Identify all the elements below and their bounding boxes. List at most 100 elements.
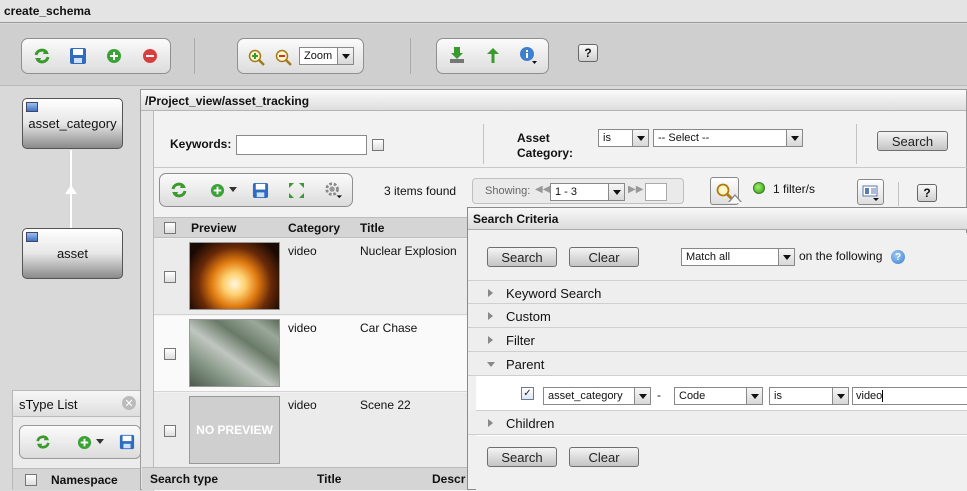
window-title: create_schema — [0, 0, 967, 23]
search-criteria-title: Search Criteria — [473, 212, 559, 226]
parent-value-input[interactable]: video — [852, 387, 967, 405]
add-icon[interactable] — [105, 47, 123, 65]
columns-icon — [862, 185, 879, 201]
zoom-in-icon[interactable] — [247, 48, 265, 66]
help-button[interactable]: ? — [917, 184, 937, 202]
active-filter-icon — [753, 182, 765, 194]
parent-field-select[interactable]: Code — [674, 387, 763, 405]
gear-icon[interactable] — [324, 181, 342, 199]
column-header-category[interactable]: Category — [288, 221, 340, 235]
preview-thumbnail[interactable] — [189, 242, 280, 310]
row-checkbox[interactable] — [164, 348, 176, 360]
keywords-input[interactable] — [236, 135, 367, 155]
upload-icon[interactable] — [484, 46, 502, 64]
clear-button[interactable]: Clear — [569, 247, 639, 267]
table-icon — [26, 232, 38, 242]
parent-column-select[interactable]: asset_category — [543, 387, 651, 405]
search-criteria-body: Search Clear Match all on the following … — [468, 233, 967, 491]
info-icon[interactable] — [519, 46, 537, 64]
expand-arrow-icon — [488, 312, 493, 320]
search-button-bottom[interactable]: Search — [487, 447, 557, 467]
page-range-select[interactable]: 1 - 3 — [550, 183, 625, 201]
filter-separator: - — [657, 388, 661, 402]
zoom-select[interactable]: Zoom — [299, 47, 354, 65]
select-all-checkbox[interactable] — [164, 222, 176, 234]
chevron-down-icon — [832, 388, 848, 404]
search-criteria-popup: Search Criteria Search Clear Match all o… — [467, 194, 967, 491]
chevron-down-icon — [634, 388, 650, 404]
criteria-footer: Search Clear — [476, 436, 967, 491]
section-children[interactable]: Children — [468, 411, 967, 435]
section-keyword-search[interactable]: Keyword Search — [468, 280, 967, 304]
match-mode-select[interactable]: Match all — [681, 248, 795, 266]
section-custom[interactable]: Custom — [468, 304, 967, 328]
select-all-checkbox[interactable] — [25, 474, 37, 486]
add-icon[interactable] — [75, 433, 93, 451]
schema-node-label: asset_category — [28, 116, 117, 131]
download-icon[interactable] — [448, 46, 466, 64]
page-number-input[interactable] — [645, 183, 667, 201]
chevron-down-icon[interactable] — [228, 181, 238, 199]
preview-thumbnail[interactable] — [189, 319, 280, 387]
toolbar-divider — [410, 38, 411, 74]
asset-category-select[interactable]: -- Select -- — [653, 129, 803, 147]
help-button[interactable]: ? — [578, 44, 598, 62]
help-icon[interactable]: ? — [891, 250, 905, 264]
row-checkbox[interactable] — [164, 425, 176, 437]
showing-label: Showing: — [485, 185, 531, 197]
save-icon[interactable] — [69, 47, 87, 65]
section-parent[interactable]: Parent — [468, 352, 967, 376]
save-icon[interactable] — [251, 181, 269, 199]
chevron-down-icon — [632, 130, 648, 146]
parent-filter-checkbox[interactable]: ✓ — [521, 387, 534, 400]
expand-icon[interactable] — [287, 181, 305, 199]
keywords-checkbox[interactable] — [372, 139, 384, 151]
row-title: Nuclear Explosion — [360, 244, 457, 258]
expand-arrow-icon — [488, 336, 493, 344]
column-header-search-type: Search type — [150, 472, 219, 486]
save-icon[interactable] — [118, 433, 136, 451]
row-title: Car Chase — [360, 321, 418, 335]
stype-list-panel: sType List ✕ Namespace — [12, 390, 142, 490]
next-page-icon[interactable]: ▶▶ — [628, 184, 643, 195]
refresh-icon[interactable] — [33, 47, 51, 65]
search-bar: Keywords: Asset Category: is -- Select -… — [154, 111, 967, 168]
chevron-down-icon[interactable] — [95, 433, 105, 451]
parent-operator-select[interactable]: is — [769, 387, 849, 405]
column-header-namespace: Namespace — [51, 473, 118, 487]
schema-node-asset-category[interactable]: asset_category — [22, 98, 123, 149]
stype-list-title: sType List — [19, 397, 78, 412]
collapse-arrow-icon — [487, 362, 495, 367]
clear-button-bottom[interactable]: Clear — [569, 447, 639, 467]
schema-node-asset[interactable]: asset — [22, 228, 123, 279]
section-filter[interactable]: Filter — [468, 328, 967, 352]
add-icon[interactable] — [208, 181, 226, 199]
pointer-arrow-inner-icon — [729, 196, 741, 203]
chevron-down-icon — [786, 130, 802, 146]
row-title: Scene 22 — [360, 398, 411, 412]
column-header-preview[interactable]: Preview — [191, 221, 236, 235]
parent-value-text: video — [856, 390, 883, 402]
chevron-down-icon — [746, 388, 762, 404]
stype-list-table-header-extension: Search type Title Descr — [142, 467, 467, 490]
prev-page-icon[interactable]: ◀◀ — [535, 184, 550, 195]
zoom-out-icon[interactable] — [274, 48, 292, 66]
io-toolbar-group — [436, 38, 549, 74]
table-icon — [26, 102, 38, 112]
delete-icon[interactable] — [141, 47, 159, 65]
column-manager-button[interactable] — [857, 179, 884, 205]
search-button[interactable]: Search — [487, 247, 557, 267]
expand-arrow-icon — [488, 419, 493, 427]
parent-operator-value: is — [774, 390, 782, 402]
column-header-title[interactable]: Title — [360, 221, 384, 235]
divider — [898, 182, 899, 206]
row-checkbox[interactable] — [164, 271, 176, 283]
refresh-icon[interactable] — [170, 181, 188, 199]
parent-column-value: asset_category — [548, 390, 623, 402]
toolbar-divider — [194, 38, 195, 74]
search-button[interactable]: Search — [877, 131, 948, 151]
operator-select[interactable]: is — [598, 129, 649, 147]
refresh-icon[interactable] — [34, 433, 52, 451]
filter-count: 1 filter/s — [773, 182, 816, 196]
close-icon[interactable]: ✕ — [122, 396, 136, 410]
